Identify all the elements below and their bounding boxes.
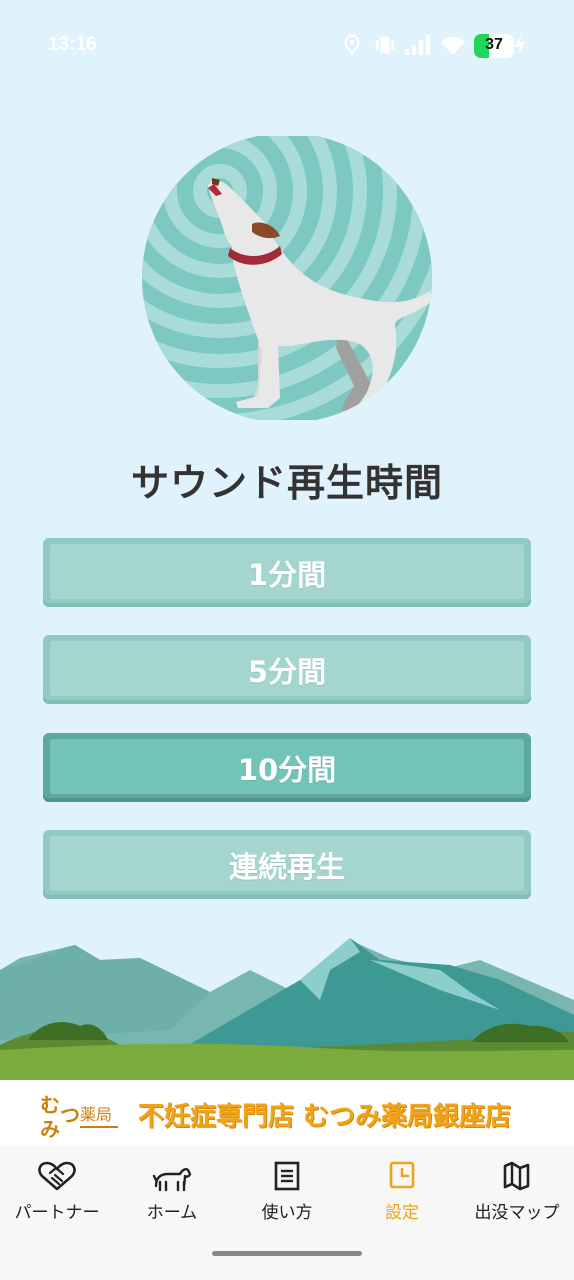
- charging-icon: [515, 35, 525, 55]
- tab-label: パートナー: [14, 1203, 100, 1223]
- howling-dog-illustration: [142, 136, 432, 420]
- tab-partner[interactable]: パートナー: [0, 1146, 114, 1236]
- status-bar: 13:16 37: [0, 0, 574, 92]
- duration-button-5min[interactable]: 5分間: [43, 635, 531, 704]
- duration-label: 5分間: [247, 654, 327, 689]
- duration-label: 連続再生: [228, 849, 345, 884]
- home-indicator[interactable]: [212, 1251, 362, 1256]
- tab-label: ホーム: [146, 1203, 198, 1223]
- vibrate-icon: [375, 36, 395, 54]
- signal-icon: [405, 35, 430, 55]
- page-title: サウンド再生時間: [130, 461, 443, 505]
- clock-icon: [389, 1161, 415, 1189]
- location-icon: [344, 34, 360, 55]
- banner-text: 不妊症専門店 むつみ薬局銀座店: [138, 1102, 512, 1132]
- dog-icon: [152, 1168, 192, 1192]
- tab-home[interactable]: ホーム: [115, 1146, 229, 1236]
- duration-button-1min[interactable]: 1分間: [43, 538, 531, 607]
- tab-sighting-map[interactable]: 出没マップ: [460, 1146, 574, 1236]
- tab-how-to-use[interactable]: 使い方: [230, 1146, 344, 1236]
- duration-button-continuous[interactable]: 連続再生: [43, 830, 531, 899]
- svg-text:む: む: [40, 1093, 60, 1117]
- mountain-landscape: [0, 938, 574, 1080]
- map-icon: [503, 1161, 530, 1191]
- duration-label: 10分間: [237, 752, 337, 787]
- document-icon: [274, 1161, 300, 1191]
- svg-text:つ: つ: [60, 1103, 80, 1127]
- wifi-icon: [441, 36, 465, 55]
- battery-icon: 37: [474, 34, 514, 58]
- tab-bar: パートナー ホーム 使い方 設定 出没マップ: [0, 1146, 574, 1280]
- tab-label: 使い方: [261, 1203, 313, 1223]
- duration-label: 1分間: [247, 557, 327, 592]
- mutsumi-pharmacy-logo: む つ み 薬局: [40, 1093, 118, 1138]
- svg-text:薬局: 薬局: [80, 1105, 112, 1124]
- ad-banner[interactable]: む つ み 薬局 不妊症専門店 むつみ薬局銀座店: [0, 1080, 574, 1146]
- handshake-icon: [38, 1161, 76, 1191]
- svg-text:み: み: [40, 1117, 60, 1138]
- tab-label: 出没マップ: [474, 1203, 560, 1223]
- battery-level: 37: [485, 36, 503, 53]
- tab-settings[interactable]: 設定: [345, 1146, 459, 1236]
- tab-label: 設定: [385, 1203, 419, 1223]
- status-time: 13:16: [48, 34, 97, 55]
- duration-button-10min[interactable]: 10分間: [43, 733, 531, 802]
